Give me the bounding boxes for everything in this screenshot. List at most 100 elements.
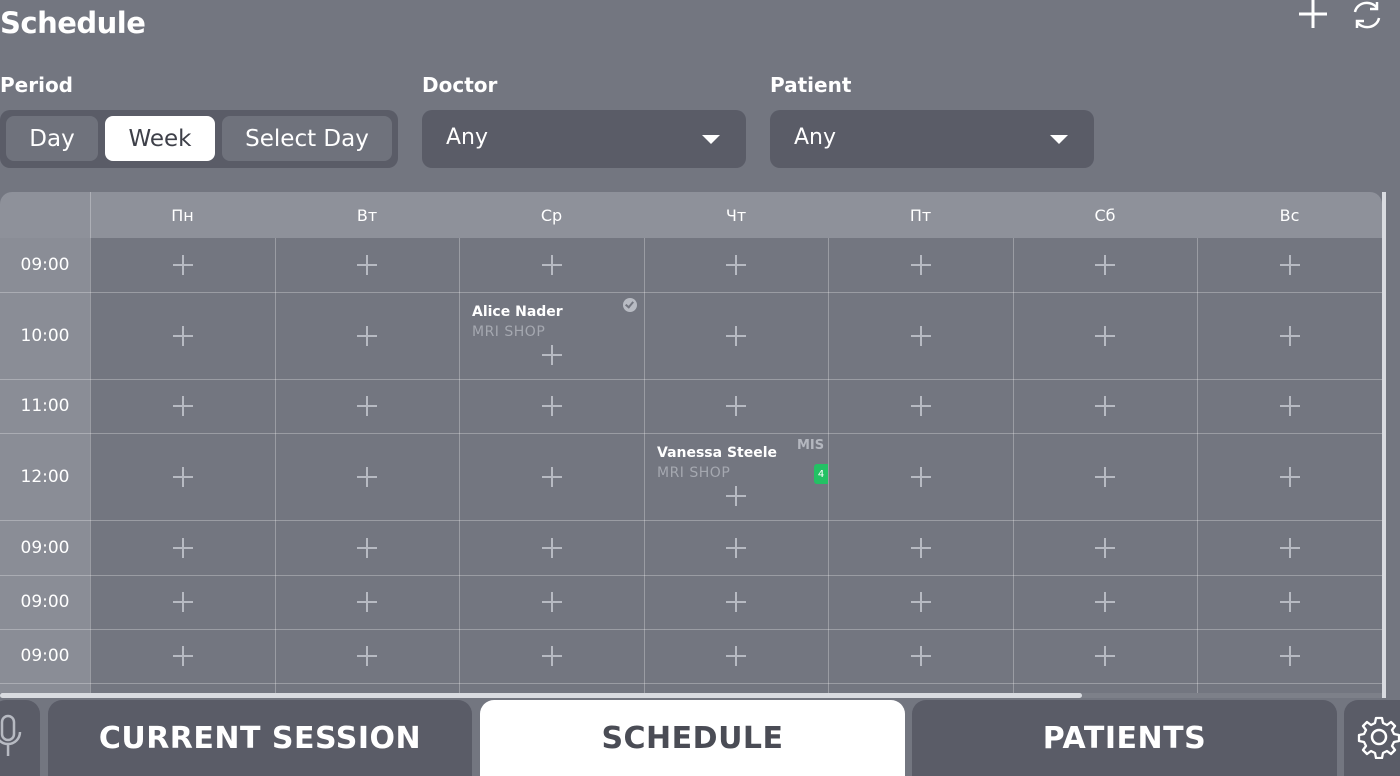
add-slot-plus-icon[interactable] bbox=[172, 591, 194, 613]
refresh-icon bbox=[1353, 1, 1381, 29]
add-slot-plus-icon[interactable] bbox=[356, 395, 378, 417]
add-slot-plus-icon[interactable] bbox=[172, 395, 194, 417]
add-slot-plus-icon[interactable] bbox=[910, 591, 932, 613]
add-slot-plus-icon[interactable] bbox=[356, 645, 378, 667]
confirmed-check-icon bbox=[623, 298, 637, 312]
add-slot-plus-icon[interactable] bbox=[172, 466, 194, 488]
appointment-location: MRI SHOP bbox=[657, 465, 731, 481]
add-slot-plus-icon[interactable] bbox=[1279, 466, 1301, 488]
page-title: Schedule bbox=[0, 6, 146, 40]
add-slot-plus-icon[interactable] bbox=[356, 466, 378, 488]
add-slot-plus-icon[interactable] bbox=[910, 466, 932, 488]
vertical-scrollbar[interactable] bbox=[1382, 192, 1386, 698]
add-slot-plus-icon[interactable] bbox=[910, 254, 932, 276]
add-slot-plus-icon[interactable] bbox=[910, 395, 932, 417]
add-slot-plus-icon[interactable] bbox=[172, 537, 194, 559]
period-week-button[interactable]: Week bbox=[105, 116, 215, 161]
row-divider bbox=[0, 575, 1382, 576]
add-slot-plus-icon[interactable] bbox=[1094, 254, 1116, 276]
add-slot-plus-icon[interactable] bbox=[541, 254, 563, 276]
caret-down-icon bbox=[702, 135, 720, 144]
add-slot-plus-icon[interactable] bbox=[541, 344, 563, 366]
day-header: Пн bbox=[171, 205, 194, 225]
day-header: Сб bbox=[1094, 205, 1116, 225]
add-slot-plus-icon[interactable] bbox=[1094, 395, 1116, 417]
add-slot-plus-icon[interactable] bbox=[172, 254, 194, 276]
add-appointment-button[interactable] bbox=[1296, 0, 1330, 30]
add-slot-plus-icon[interactable] bbox=[725, 645, 747, 667]
patient-dropdown[interactable]: Any bbox=[770, 110, 1094, 168]
add-slot-plus-icon[interactable] bbox=[1279, 325, 1301, 347]
add-slot-plus-icon[interactable] bbox=[356, 537, 378, 559]
add-slot-plus-icon[interactable] bbox=[541, 466, 563, 488]
row-divider bbox=[0, 433, 1382, 434]
time-label: 09:00 bbox=[20, 592, 70, 612]
add-slot-plus-icon[interactable] bbox=[1094, 466, 1116, 488]
add-slot-plus-icon[interactable] bbox=[1279, 645, 1301, 667]
add-slot-plus-icon[interactable] bbox=[1279, 591, 1301, 613]
row-divider bbox=[0, 379, 1382, 380]
settings-button[interactable] bbox=[1344, 700, 1400, 776]
add-slot-plus-icon[interactable] bbox=[725, 325, 747, 347]
doctor-dropdown-value: Any bbox=[446, 125, 489, 150]
caret-down-icon bbox=[1050, 135, 1068, 144]
time-label: 09:00 bbox=[20, 646, 70, 666]
add-slot-plus-icon[interactable] bbox=[172, 325, 194, 347]
add-slot-plus-icon[interactable] bbox=[356, 591, 378, 613]
day-header: Вт bbox=[356, 205, 378, 225]
day-header: Вс bbox=[1279, 205, 1300, 225]
period-day-button[interactable]: Day bbox=[6, 116, 98, 161]
add-slot-plus-icon[interactable] bbox=[725, 591, 747, 613]
row-divider bbox=[0, 292, 1382, 293]
appointment-patient-name[interactable]: Alice Nader bbox=[472, 304, 563, 320]
period-label: Period bbox=[0, 73, 73, 97]
add-slot-plus-icon[interactable] bbox=[725, 537, 747, 559]
refresh-button[interactable] bbox=[1350, 0, 1384, 30]
add-slot-plus-icon[interactable] bbox=[1279, 254, 1301, 276]
add-slot-plus-icon[interactable] bbox=[725, 485, 747, 507]
microphone-icon bbox=[0, 714, 22, 756]
add-slot-plus-icon[interactable] bbox=[356, 325, 378, 347]
add-slot-plus-icon[interactable] bbox=[172, 645, 194, 667]
add-slot-plus-icon[interactable] bbox=[1094, 537, 1116, 559]
add-slot-plus-icon[interactable] bbox=[1279, 537, 1301, 559]
add-slot-plus-icon[interactable] bbox=[1094, 645, 1116, 667]
doctor-dropdown[interactable]: Any bbox=[422, 110, 746, 168]
appointment-count-badge: 4 bbox=[814, 464, 828, 484]
time-label: 09:00 bbox=[20, 537, 70, 558]
time-label: 09:00 bbox=[20, 255, 70, 275]
day-header: Ср bbox=[540, 205, 563, 225]
microphone-button[interactable] bbox=[0, 700, 40, 776]
tab-current-session[interactable]: CURRENT SESSION bbox=[48, 700, 472, 776]
plus-icon bbox=[1299, 0, 1327, 28]
schedule-grid: Пн Вт Ср Чт Пт Сб Вс 09:00 10:00 11:00 12:00 09:00 0… bbox=[0, 192, 1382, 698]
tab-patients[interactable]: PATIENTS bbox=[912, 700, 1337, 776]
appointment-patient-name[interactable]: Vanessa Steele bbox=[657, 445, 777, 461]
add-slot-plus-icon[interactable] bbox=[541, 591, 563, 613]
period-selector: Day Week Select Day bbox=[0, 110, 398, 168]
appointment-location: MRI SHOP bbox=[472, 324, 546, 340]
add-slot-plus-icon[interactable] bbox=[1279, 395, 1301, 417]
time-label: 10:00 bbox=[20, 325, 70, 346]
period-select-day-button[interactable]: Select Day bbox=[222, 116, 392, 161]
row-divider bbox=[0, 629, 1382, 630]
appointment-tag: MIS bbox=[797, 438, 825, 453]
patient-dropdown-value: Any bbox=[794, 125, 837, 150]
patient-label: Patient bbox=[770, 73, 852, 97]
time-label: 11:00 bbox=[20, 396, 70, 416]
add-slot-plus-icon[interactable] bbox=[1094, 325, 1116, 347]
day-header: Пт bbox=[909, 205, 932, 225]
add-slot-plus-icon[interactable] bbox=[541, 537, 563, 559]
add-slot-plus-icon[interactable] bbox=[910, 645, 932, 667]
add-slot-plus-icon[interactable] bbox=[541, 395, 563, 417]
row-divider bbox=[0, 683, 1382, 684]
time-label: 12:00 bbox=[20, 466, 70, 487]
add-slot-plus-icon[interactable] bbox=[1094, 591, 1116, 613]
add-slot-plus-icon[interactable] bbox=[910, 325, 932, 347]
add-slot-plus-icon[interactable] bbox=[541, 645, 563, 667]
add-slot-plus-icon[interactable] bbox=[910, 537, 932, 559]
add-slot-plus-icon[interactable] bbox=[725, 395, 747, 417]
add-slot-plus-icon[interactable] bbox=[356, 254, 378, 276]
add-slot-plus-icon[interactable] bbox=[725, 254, 747, 276]
tab-schedule[interactable]: SCHEDULE bbox=[480, 700, 905, 776]
